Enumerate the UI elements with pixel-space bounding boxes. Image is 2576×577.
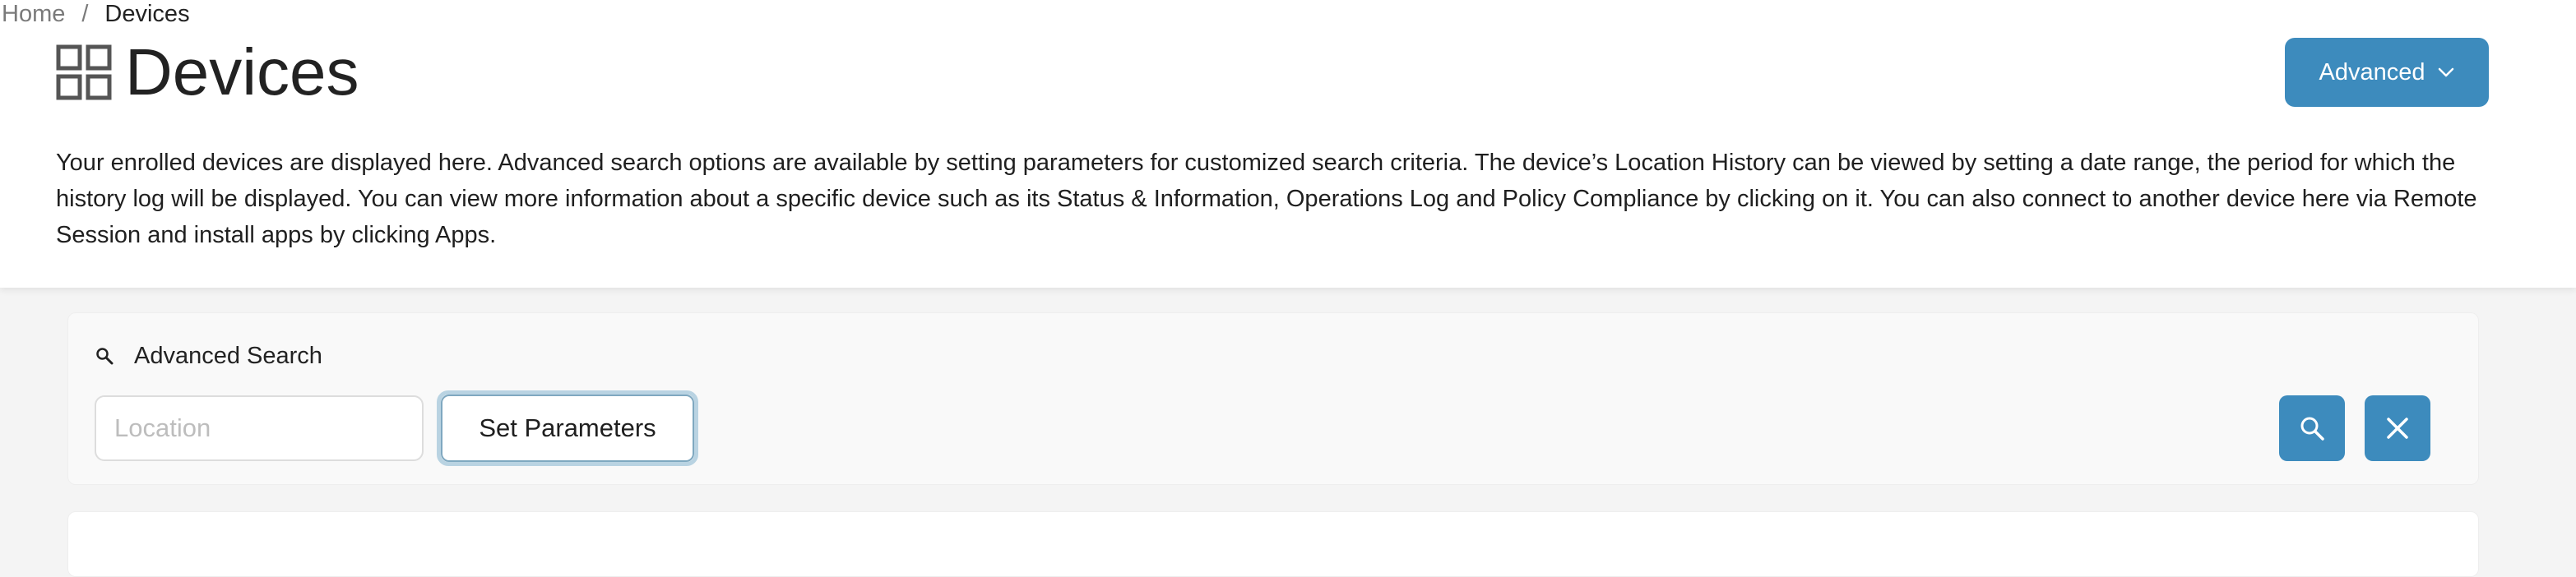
breadcrumb-separator: / xyxy=(81,0,89,27)
set-parameters-button[interactable]: Set Parameters xyxy=(437,390,698,466)
chevron-down-icon xyxy=(2438,67,2453,77)
close-icon xyxy=(2387,418,2408,439)
advanced-dropdown-label: Advanced xyxy=(2319,58,2425,85)
set-parameters-label: Set Parameters xyxy=(441,395,694,462)
grid-icon xyxy=(56,44,112,100)
page-title-row: Devices xyxy=(56,36,359,108)
advanced-search-panel: Advanced Search Set Parameters xyxy=(67,312,2479,485)
search-icon xyxy=(96,348,114,365)
breadcrumb: Home / Devices xyxy=(0,0,190,28)
page-header: Home / Devices Devices Advanced Your enr… xyxy=(0,0,2576,288)
advanced-search-heading: Advanced Search xyxy=(95,338,322,374)
clear-search-button[interactable] xyxy=(2365,395,2430,461)
page-title: Devices xyxy=(125,35,359,108)
search-icon xyxy=(2300,417,2324,441)
devices-table-card xyxy=(67,511,2479,577)
page-description: Your enrolled devices are displayed here… xyxy=(56,150,2477,248)
search-button[interactable] xyxy=(2279,395,2345,461)
breadcrumb-current: Devices xyxy=(104,0,190,27)
breadcrumb-home-link[interactable]: Home xyxy=(2,1,65,28)
location-input[interactable] xyxy=(95,395,424,461)
advanced-search-title: Advanced Search xyxy=(134,342,322,369)
advanced-dropdown-button[interactable]: Advanced xyxy=(2285,38,2489,107)
